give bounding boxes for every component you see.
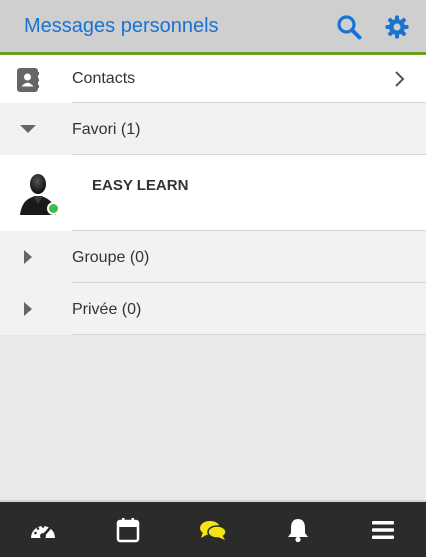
contacts-label: Contacts [72, 70, 136, 87]
group-label: Groupe (0) [72, 249, 150, 266]
contact-name: EASY LEARN [92, 177, 189, 194]
bell-icon[interactable] [256, 502, 341, 557]
page-title: Messages personnels [24, 15, 219, 37]
chat-icon[interactable] [170, 502, 255, 557]
bottom-nav [0, 500, 426, 557]
group-favori[interactable]: Favori (1) [0, 103, 426, 155]
caret-down-icon [20, 125, 36, 133]
menu-icon[interactable] [341, 502, 426, 557]
contact-item[interactable]: EASY LEARN [0, 155, 426, 231]
caret-right-icon [24, 302, 32, 316]
online-status-indicator [47, 202, 60, 215]
group-label: Favori (1) [72, 121, 141, 138]
chevron-right-icon [390, 70, 408, 88]
address-book-icon [16, 67, 40, 93]
calendar-icon[interactable] [85, 502, 170, 557]
search-icon[interactable] [335, 13, 363, 41]
contact-list: Contacts Favori (1) EASY LEARN Groupe (0… [0, 55, 426, 335]
caret-right-icon [24, 250, 32, 264]
contacts-row[interactable]: Contacts [0, 55, 426, 103]
dashboard-icon[interactable] [0, 502, 85, 557]
divider [72, 334, 426, 335]
app-header: Messages personnels [0, 0, 426, 55]
gear-icon[interactable] [383, 13, 411, 41]
group-groupe[interactable]: Groupe (0) [0, 231, 426, 283]
group-privee[interactable]: Privée (0) [0, 283, 426, 335]
group-label: Privée (0) [72, 301, 142, 318]
